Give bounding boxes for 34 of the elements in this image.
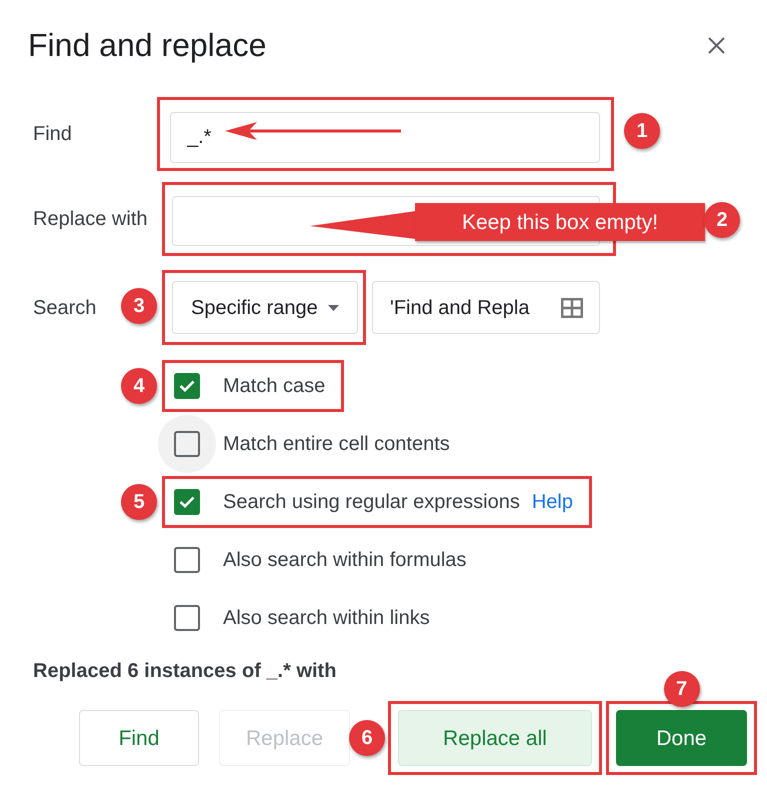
range-field[interactable]: 'Find and Repla	[372, 281, 600, 334]
close-icon	[708, 36, 724, 54]
step-badge: 6	[349, 720, 385, 756]
step-badge: 4	[121, 368, 157, 404]
checkbox[interactable]	[174, 489, 200, 515]
action-button[interactable]: Done	[616, 710, 747, 766]
action-button[interactable]: Find	[79, 710, 199, 766]
step-badge: 7	[664, 671, 700, 707]
step-badge: 1	[624, 113, 660, 149]
checkbox[interactable]	[174, 431, 200, 457]
scope-dropdown[interactable]: Specific range	[172, 281, 358, 334]
option-label: Match case	[223, 374, 326, 398]
checkbox[interactable]	[174, 547, 200, 573]
option-label: Match entire cell contents	[223, 432, 450, 456]
checkmark-icon	[179, 496, 195, 508]
field-label: Replace with	[33, 207, 149, 231]
field-label: Search	[33, 296, 98, 320]
checkbox[interactable]	[174, 373, 200, 399]
caret-icon	[328, 304, 339, 310]
step-badge: 5	[121, 484, 157, 520]
step-badge: 2	[704, 202, 740, 238]
checkbox[interactable]	[174, 605, 200, 631]
help-link[interactable]: Help	[532, 490, 573, 514]
action-button[interactable]: Replace all	[398, 710, 592, 766]
option-label: Also search within formulas	[223, 548, 466, 572]
find-input[interactable]: _.*	[170, 112, 600, 162]
status-message: Replaced 6 instances of _.* with	[33, 660, 336, 682]
option-label: Also search within links	[223, 606, 430, 630]
dialog-title: Find and replace	[28, 26, 266, 65]
grid-icon[interactable]	[561, 298, 583, 318]
step-badge: 3	[121, 288, 157, 324]
option-label: Search using regular expressions	[223, 490, 520, 514]
field-label: Find	[33, 122, 73, 146]
checkmark-icon	[179, 380, 195, 392]
